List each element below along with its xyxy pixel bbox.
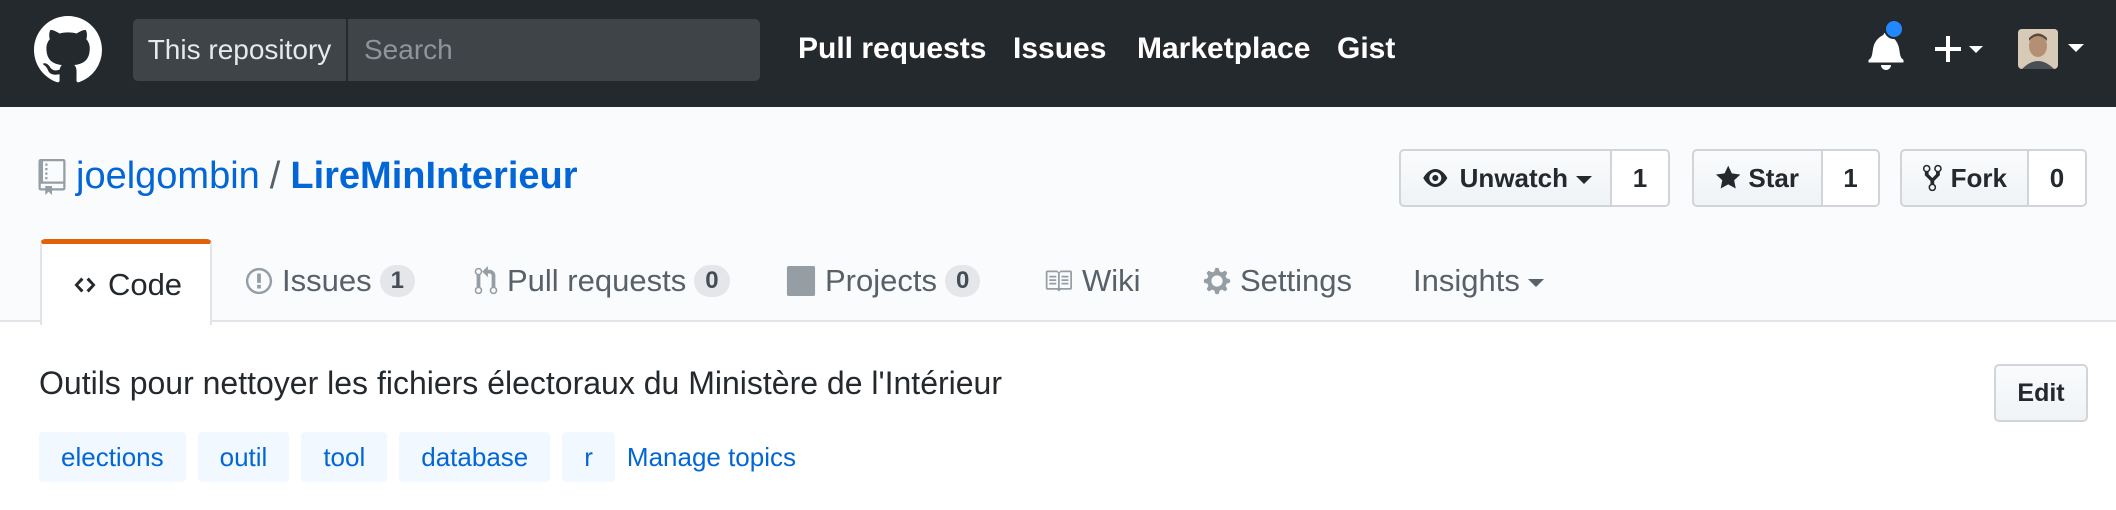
topic-tag[interactable]: tool	[301, 432, 388, 482]
topic-tag[interactable]: r	[562, 432, 615, 482]
fork-icon	[1922, 164, 1942, 192]
nav-issues[interactable]: Issues	[1013, 0, 1106, 107]
fork-group: Fork 0	[1900, 149, 2087, 207]
nav-marketplace[interactable]: Marketplace	[1137, 0, 1310, 107]
avatar-photo-icon	[2018, 29, 2058, 69]
pull-request-icon	[474, 266, 498, 295]
user-avatar[interactable]	[2018, 29, 2058, 69]
create-new-plus-icon[interactable]	[1933, 32, 1989, 66]
pull-requests-counter: 0	[694, 265, 730, 297]
avatar-caret-down-icon[interactable]	[2068, 44, 2084, 52]
gear-icon	[1203, 267, 1231, 295]
topic-tag[interactable]: database	[399, 432, 551, 482]
tab-wiki[interactable]: Wiki	[1042, 239, 1141, 323]
code-icon	[74, 277, 96, 292]
repo-title-separator: /	[269, 155, 281, 197]
github-logo-icon[interactable]	[34, 16, 102, 84]
issues-counter: 1	[379, 265, 415, 297]
unwatch-button[interactable]: Unwatch	[1399, 149, 1612, 207]
unwatch-caret-down-icon	[1576, 176, 1592, 184]
tab-insights-label: Insights	[1413, 263, 1520, 298]
topics-list: elections outil tool database r Manage t…	[39, 432, 796, 482]
repo-icon	[38, 159, 66, 195]
tab-insights[interactable]: Insights	[1413, 239, 1544, 323]
caret-down-icon	[1527, 279, 1544, 287]
eye-icon	[1423, 169, 1448, 187]
tab-issues-label: Issues	[282, 263, 372, 298]
edit-description-button[interactable]: Edit	[1994, 364, 2088, 422]
tab-settings-label: Settings	[1240, 263, 1353, 298]
tab-settings[interactable]: Settings	[1202, 239, 1352, 323]
repo-title: joelgombin / LireMinInterieur	[76, 151, 578, 201]
star-icon	[1716, 165, 1741, 189]
watch-group: Unwatch 1	[1399, 149, 1670, 207]
star-button[interactable]: Star	[1692, 149, 1823, 207]
tab-code-label: Code	[107, 266, 183, 302]
stargazers-count[interactable]: 1	[1823, 149, 1880, 207]
projects-counter: 0	[944, 265, 981, 297]
book-icon	[1045, 270, 1072, 292]
manage-topics-link[interactable]: Manage topics	[627, 442, 796, 473]
watchers-count[interactable]: 1	[1612, 149, 1670, 207]
tab-projects-label: Projects	[825, 263, 937, 298]
global-header: This repository Pull requests Issues Mar…	[0, 0, 2116, 107]
repo-description: Outils pour nettoyer les fichiers électo…	[39, 365, 1002, 401]
unwatch-label: Unwatch	[1459, 162, 1568, 193]
search-input[interactable]	[346, 19, 760, 81]
repo-header: joelgombin / LireMinInterieur Unwatch 1 St…	[0, 107, 2116, 325]
tab-pull-requests-label: Pull requests	[507, 263, 687, 298]
star-label: Star	[1748, 162, 1799, 193]
issue-icon	[245, 267, 273, 295]
fork-label: Fork	[1950, 162, 2007, 193]
nav-pull-requests[interactable]: Pull requests	[798, 0, 986, 107]
tab-pull-requests[interactable]: Pull requests 0	[473, 239, 730, 323]
notification-indicator	[1884, 19, 1904, 39]
star-group: Star 1	[1692, 149, 1880, 207]
project-icon	[786, 266, 816, 296]
fork-button[interactable]: Fork	[1900, 149, 2029, 207]
forks-count[interactable]: 0	[2029, 149, 2087, 207]
search-scope-label: This repository	[133, 19, 346, 81]
topic-tag[interactable]: outil	[197, 432, 290, 482]
topic-tag[interactable]: elections	[39, 432, 186, 482]
repo-owner-link[interactable]: joelgombin	[76, 155, 260, 197]
tab-wiki-label: Wiki	[1082, 263, 1141, 298]
tab-issues[interactable]: Issues 1	[244, 239, 415, 323]
tab-code[interactable]: Code	[40, 239, 212, 325]
nav-gist[interactable]: Gist	[1337, 0, 1395, 107]
repo-name-link[interactable]: LireMinInterieur	[290, 155, 577, 197]
tab-projects[interactable]: Projects 0	[785, 239, 981, 323]
